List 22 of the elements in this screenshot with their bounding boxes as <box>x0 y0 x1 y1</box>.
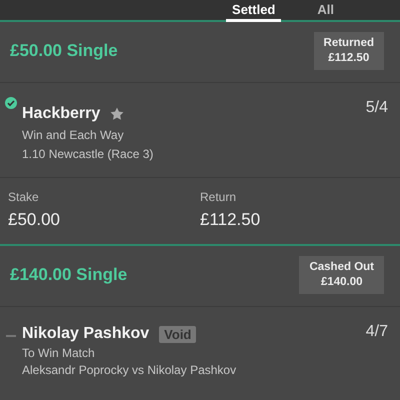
selection-detail: Aleksandr Poprocky vs Nikolay Pashkov <box>22 363 238 377</box>
stake-amount: £50.00 <box>8 210 61 230</box>
dash-icon <box>6 335 16 337</box>
check-circle-icon <box>5 97 17 109</box>
selection-detail: 1.10 Newcastle (Race 3) <box>22 147 154 161</box>
tab[interactable]: Settled <box>226 3 282 22</box>
selection-name: Nikolay Pashkov <box>22 325 150 343</box>
selection-name: Hackberry <box>22 105 100 123</box>
status-box: Returned £112.50 <box>314 32 384 70</box>
selection-detail: Win and Each Way <box>22 128 125 142</box>
selection-detail: To Win Match <box>22 346 96 360</box>
odds: 4/7 <box>366 323 388 342</box>
stake-label: Stake <box>8 190 40 204</box>
odds: 5/4 <box>366 99 388 118</box>
return-amount: £112.50 <box>200 210 262 230</box>
return-label: Return <box>200 190 238 204</box>
bet-title: £140.00 Single <box>10 265 128 285</box>
status-box: Cashed Out £140.00 <box>299 256 384 294</box>
star-icon[interactable] <box>110 107 124 121</box>
tab[interactable]: All <box>311 3 340 22</box>
bet-title: £50.00 Single <box>10 41 118 61</box>
void-badge: Void <box>159 326 196 342</box>
